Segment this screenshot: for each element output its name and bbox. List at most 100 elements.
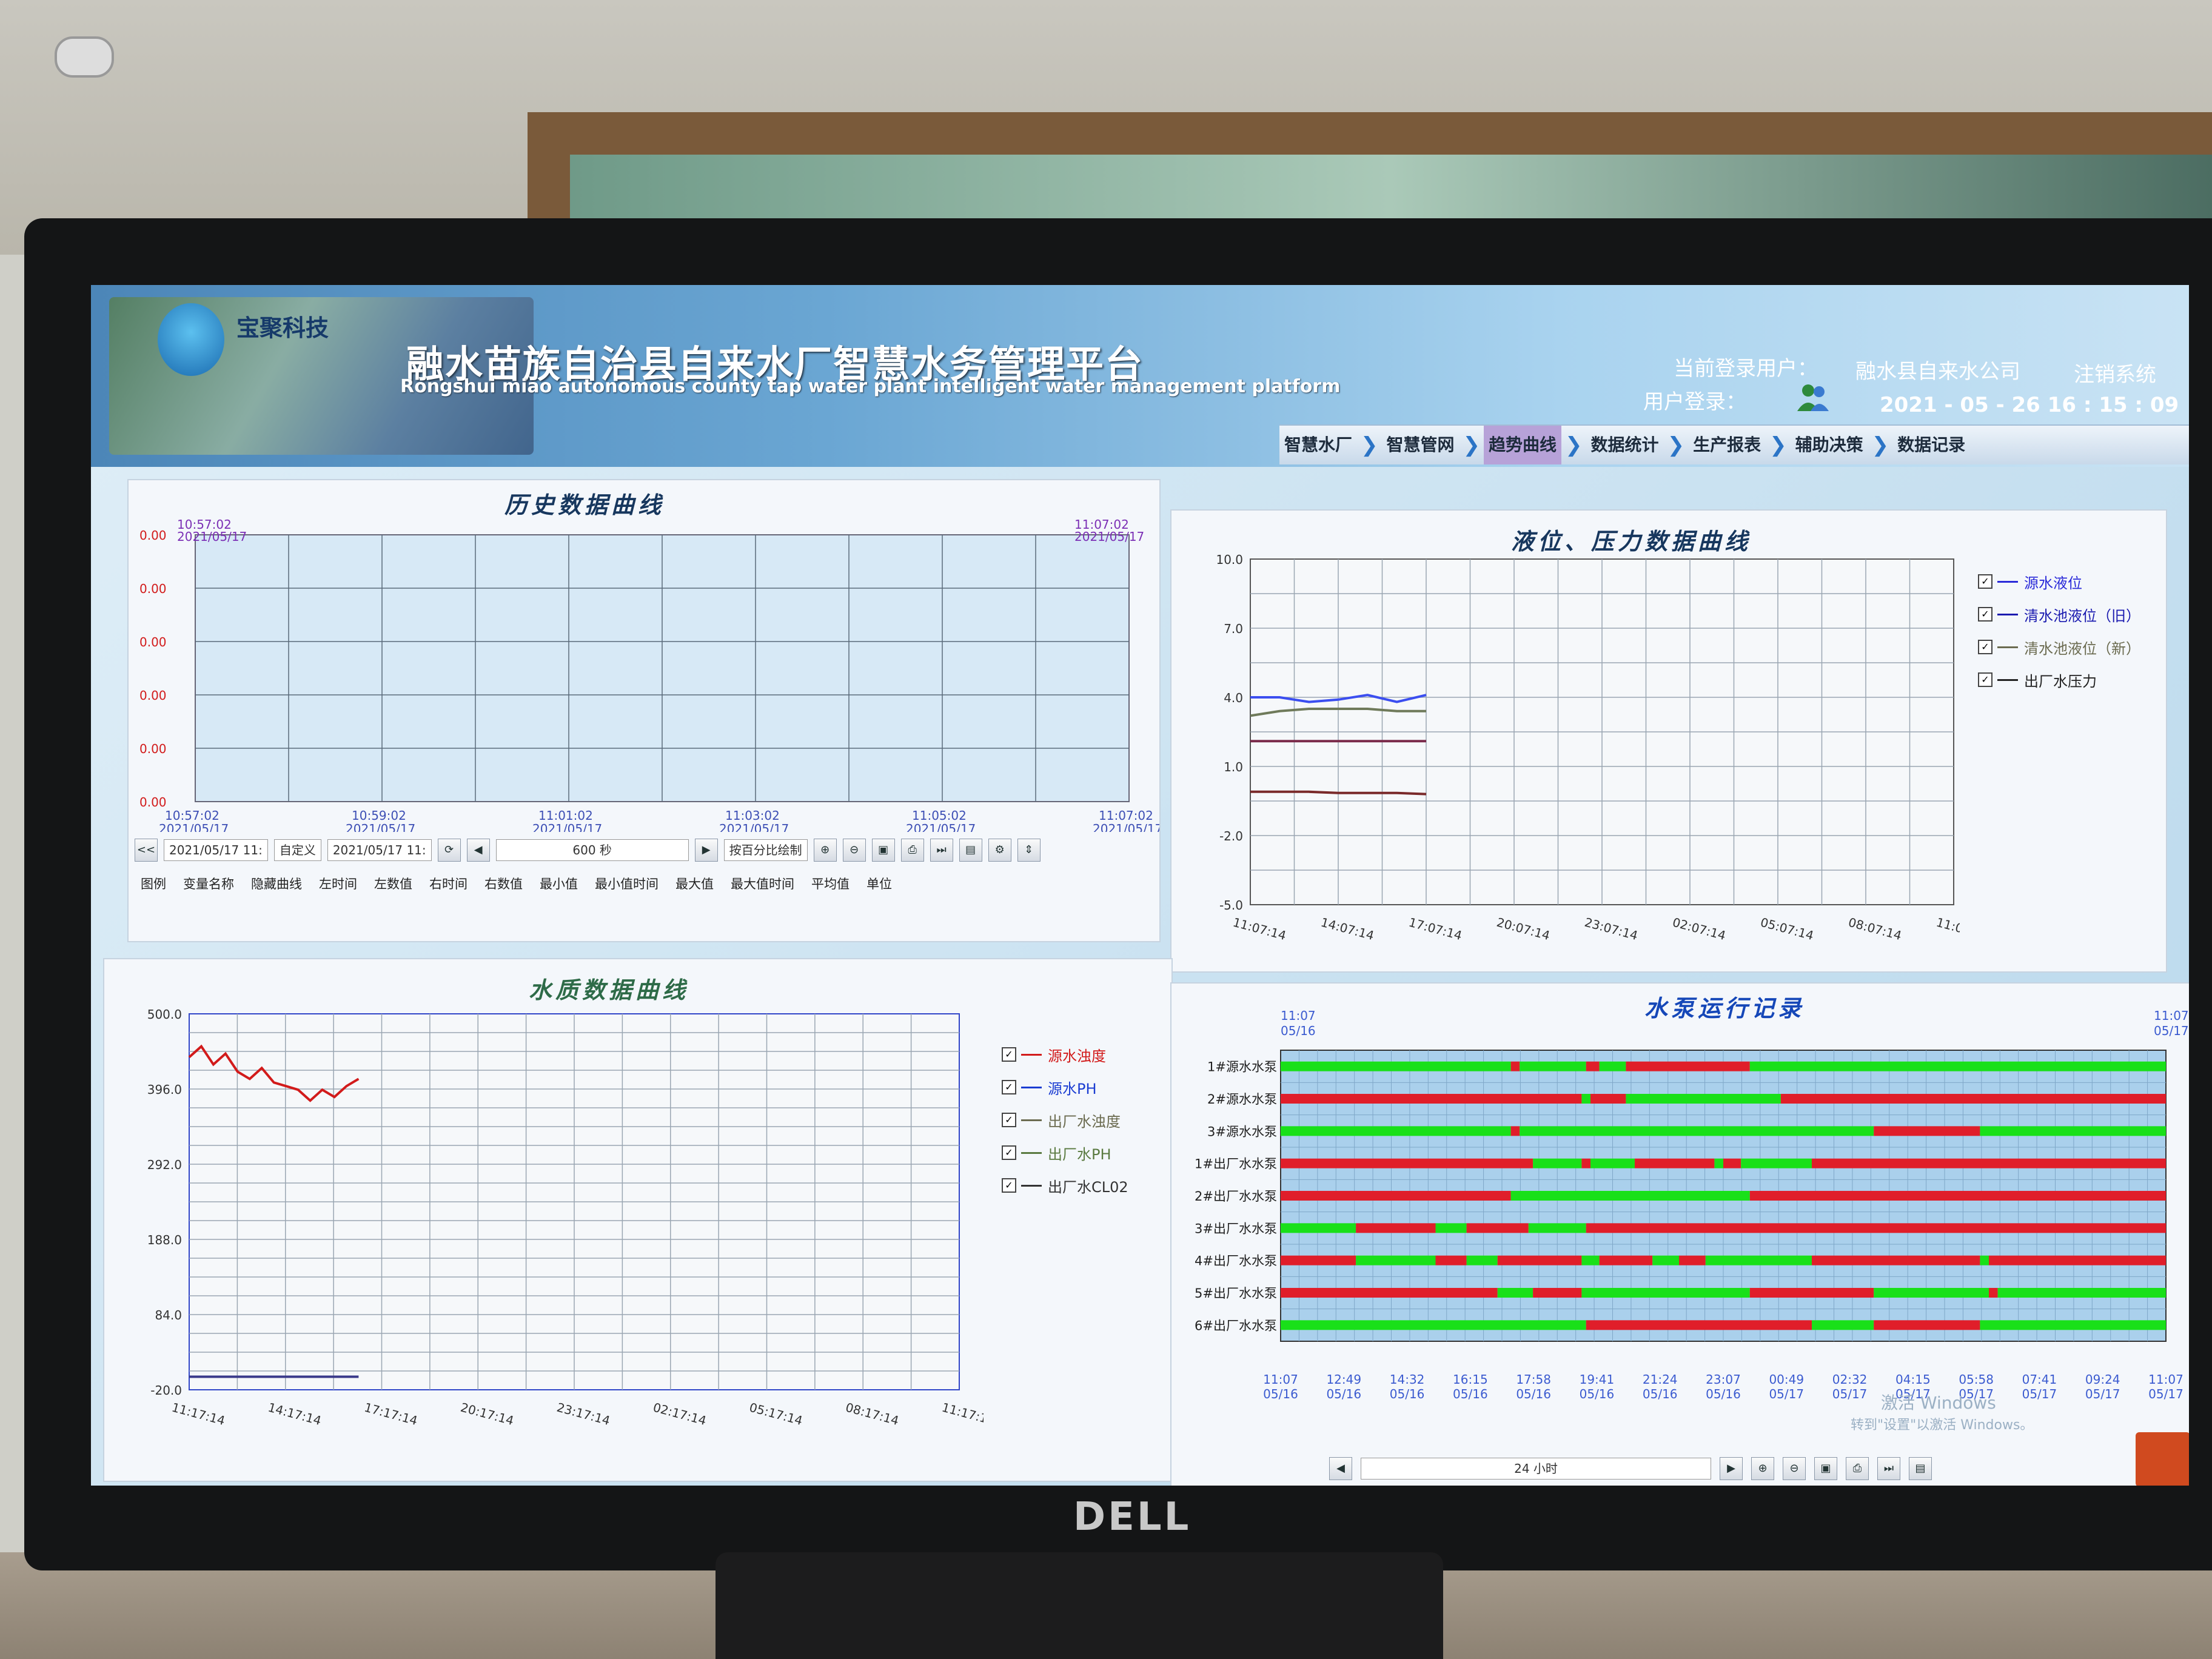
x-tick-label: 02:17:14 (651, 1400, 708, 1428)
legend-swatch (1021, 1119, 1042, 1121)
pump-fit-icon[interactable]: ▣ (1814, 1457, 1837, 1480)
column-header[interactable]: 变量名称 (183, 874, 234, 893)
settings-icon[interactable]: ⚙ (988, 839, 1011, 862)
nav-item-trend-curves[interactable]: 趋势曲线 (1484, 426, 1562, 464)
logout-button[interactable]: 注销系统 (2074, 358, 2156, 387)
span-input[interactable]: 600 秒 (495, 839, 689, 861)
y-tick-label: 84.0 (155, 1308, 182, 1322)
history-chart: 0.000.000.000.000.000.00 10:57:022021/05… (139, 517, 1159, 832)
y-tick-label: -2.0 (1219, 829, 1243, 843)
pump-run-segment (1980, 1126, 2166, 1136)
legend-item[interactable]: ✓ 清水池液位（新） (1978, 631, 2140, 663)
nav-item-decision[interactable]: 辅助决策 (1791, 426, 1868, 464)
play-back-icon[interactable]: ◀ (466, 839, 490, 862)
checkbox-icon[interactable]: ✓ (1002, 1178, 1016, 1193)
next-icon[interactable]: ⏭ (930, 839, 953, 862)
column-header[interactable]: 右数值 (484, 874, 523, 893)
current-user-value: 融水县自来水公司 (1855, 360, 2020, 384)
x-tick-label: 11:03:02 (725, 808, 780, 823)
y-tick-label: 188.0 (147, 1233, 182, 1247)
pump-span-input[interactable]: 24 小时 (1361, 1458, 1711, 1480)
draw-mode-select[interactable]: 按百分比绘制 (723, 839, 808, 861)
column-header[interactable]: 图例 (141, 874, 166, 893)
x-tick-label: 21:24 (1643, 1372, 1678, 1387)
checkbox-icon[interactable]: ✓ (1002, 1047, 1016, 1062)
pump-prev-icon[interactable]: ◀ (1329, 1457, 1352, 1480)
column-header[interactable]: 最小值 (540, 874, 578, 893)
checkbox-icon[interactable]: ✓ (1002, 1145, 1016, 1160)
pump-axis: 11:0705/1612:4905/1614:3205/1616:1505/16… (1263, 1372, 2184, 1401)
export-icon[interactable]: ▤ (959, 839, 982, 862)
nav-item-records[interactable]: 数据记录 (1892, 426, 1970, 464)
pump-last-icon[interactable]: ⏭ (1877, 1457, 1900, 1480)
checkbox-icon[interactable]: ✓ (1002, 1080, 1016, 1094)
legend-item[interactable]: ✓ 源水PH (1002, 1071, 1128, 1104)
range-mode-select[interactable]: 自定义 (273, 839, 321, 861)
pump-label: 5#出厂水水泵 (1195, 1286, 1277, 1301)
nav-item-smart-network[interactable]: 智慧管网 (1382, 426, 1460, 464)
pump-run-segment (1723, 1158, 1741, 1168)
pump-run-segment (1749, 1288, 1874, 1298)
checkbox-icon[interactable]: ✓ (1978, 640, 1992, 654)
checkbox-icon[interactable]: ✓ (1978, 672, 1992, 687)
pump-end-date: 05/17 (2154, 1024, 2189, 1038)
checkbox-icon[interactable]: ✓ (1978, 574, 1992, 589)
zoom-out-icon[interactable]: ⊖ (842, 839, 866, 862)
column-header[interactable]: 平均值 (811, 874, 850, 893)
end-time-input[interactable]: 2021/05/17 11: (327, 839, 432, 861)
pump-zoom-out-icon[interactable]: ⊖ (1783, 1457, 1806, 1480)
pump-run-segment (1997, 1288, 2166, 1298)
legend-item[interactable]: ✓ 出厂水CL02 (1002, 1169, 1128, 1202)
column-header[interactable]: 右时间 (429, 874, 468, 893)
users-icon[interactable] (1795, 382, 1831, 412)
history-title: 历史数据曲线 (504, 492, 665, 518)
company-name: 宝聚科技 (236, 315, 329, 341)
x-tick-label: 09:24 (2085, 1372, 2120, 1387)
nav-item-reports[interactable]: 生产报表 (1688, 426, 1766, 464)
x-tick-label: 02:07:14 (1671, 915, 1728, 943)
legend-item[interactable]: ✓ 清水池液位（旧） (1978, 598, 2140, 631)
x-tick-label: 23:07 (1706, 1372, 1741, 1387)
x-tick-label: 05:58 (1959, 1372, 1994, 1387)
settings-gear-icon[interactable] (2136, 1432, 2189, 1486)
legend-label: 出厂水压力 (2024, 672, 2097, 690)
print-icon[interactable]: ⎙ (900, 839, 924, 862)
legend-label: 出厂水PH (1048, 1145, 1111, 1163)
rewind-icon[interactable]: << (135, 839, 158, 862)
play-forward-icon[interactable]: ▶ (694, 839, 718, 862)
y-tick-label: 10.0 (1216, 552, 1243, 567)
column-header[interactable]: 最大值时间 (731, 874, 794, 893)
pump-export-icon[interactable]: ▤ (1909, 1457, 1932, 1480)
monitor-brand: DELL (1073, 1495, 1191, 1540)
column-header[interactable]: 左时间 (319, 874, 357, 893)
legend-item[interactable]: ✓ 出厂水压力 (1978, 663, 2140, 696)
legend-item[interactable]: ✓ 出厂水PH (1002, 1136, 1128, 1169)
checkbox-icon[interactable]: ✓ (1002, 1113, 1016, 1127)
scroll-icon[interactable]: ⇕ (1017, 839, 1041, 862)
pump-start-time: 11:07 (1281, 1008, 1316, 1023)
pump-zoom-in-icon[interactable]: ⊕ (1751, 1457, 1774, 1480)
column-header[interactable]: 最小值时间 (595, 874, 659, 893)
start-time-input[interactable]: 2021/05/17 11: (164, 839, 268, 861)
current-user-label: 当前登录用户： (1674, 357, 1818, 381)
nav-item-smart-plant[interactable]: 智慧水厂 (1279, 426, 1357, 464)
pump-next-icon[interactable]: ▶ (1720, 1457, 1743, 1480)
pump-run-segment (1874, 1320, 1980, 1330)
legend-item[interactable]: ✓ 出厂水浊度 (1002, 1104, 1128, 1136)
zoom-in-icon[interactable]: ⊕ (813, 839, 837, 862)
level-chart: 10.0 7.0 4.0 1.0 -2.0 -5.0 11:07:14 14:07:14 17… (1216, 552, 1960, 943)
nav-item-statistics[interactable]: 数据统计 (1586, 426, 1664, 464)
column-header[interactable]: 单位 (866, 874, 892, 893)
x-tick-label: 20:17:14 (459, 1400, 515, 1428)
legend-label: 源水浊度 (1048, 1047, 1106, 1065)
column-header[interactable]: 隐藏曲线 (251, 874, 302, 893)
screen: 宝聚科技 融水苗族自治县自来水厂智慧水务管理平台 Rongshui miao a… (91, 285, 2189, 1486)
column-header[interactable]: 最大值 (675, 874, 714, 893)
pump-print-icon[interactable]: ⎙ (1846, 1457, 1869, 1480)
fit-icon[interactable]: ▣ (871, 839, 895, 862)
legend-item[interactable]: ✓ 源水浊度 (1002, 1038, 1128, 1071)
legend-item[interactable]: ✓ 源水液位 (1978, 565, 2140, 598)
column-header[interactable]: 左数值 (374, 874, 412, 893)
refresh-icon[interactable]: ⟳ (437, 839, 461, 862)
checkbox-icon[interactable]: ✓ (1978, 607, 1992, 622)
